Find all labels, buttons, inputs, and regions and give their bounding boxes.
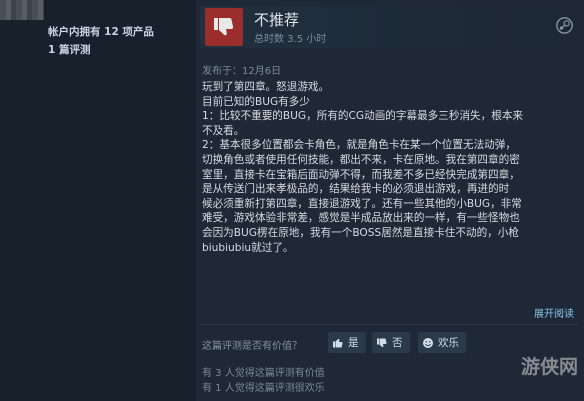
review-line: 切换角色或者使用任何技能，都出不来，卡在原地。我在第四章的密 xyxy=(202,153,520,166)
expand-review-link[interactable]: 展开阅读 xyxy=(534,305,574,320)
thumbs-down-icon xyxy=(376,337,388,349)
review-line: 是从传送门出来孝极品的，结果给我卡的必须退出游戏，再进的时 xyxy=(202,183,510,196)
vote-no-button[interactable]: 否 xyxy=(372,332,410,353)
review-line: 玩到了第四章。怒退游戏。 xyxy=(202,81,330,93)
review-body: 玩到了第四章。怒退游戏。 目前已知的BUG有多少 1：比较不重要的BUG，所有的… xyxy=(202,80,578,255)
review-count-link[interactable]: 1 篇评测 xyxy=(48,42,90,57)
review-line: 目前已知的BUG有多少 xyxy=(202,95,310,108)
review-line: 难受，游戏体验非常差，感觉是半成品放出来的一样，有一些怪物也 xyxy=(202,212,520,225)
review-line: 会因为BUG楞在原地，我有一个BOSS居然是直接卡住不动的，小枪 xyxy=(202,226,519,239)
helpful-count: 有 3 人觉得这篇评测有价值 xyxy=(202,368,325,379)
playtime-hours: 总时数 3.5 小时 xyxy=(254,34,327,45)
steam-icon xyxy=(556,17,573,34)
thumbs-down-icon xyxy=(205,8,243,46)
reviewer-avatar[interactable] xyxy=(0,0,44,20)
verdict-title: 不推荐 xyxy=(254,11,300,29)
site-watermark: 游侠网 xyxy=(520,356,578,378)
reviewer-sidebar: 帐户内拥有 12 项产品 1 篇评测 xyxy=(0,0,196,401)
review-panel: 不推荐 总时数 3.5 小时 发布于：12月6日 玩到了第四章。怒退游戏。 目前… xyxy=(196,0,584,401)
vote-no-label: 否 xyxy=(392,337,403,349)
vote-funny-button[interactable]: 欢乐 xyxy=(418,332,466,353)
review-line: 2：基本很多位置都会卡角色，就是角色卡在某一个位置无法动弹， xyxy=(202,139,516,152)
review-line: 不及看。 xyxy=(202,124,245,137)
divider xyxy=(200,324,578,325)
review-line: 候必须重新打第四章，直接退游戏了。还有一些其他的小BUG，非常 xyxy=(202,197,522,210)
vote-funny-label: 欢乐 xyxy=(438,337,459,349)
helpful-question: 这篇评测是否有价值？ xyxy=(202,341,302,352)
funny-count: 有 1 人觉得这篇评测很欢乐 xyxy=(202,383,325,394)
posted-date: 发布于：12月6日 xyxy=(202,66,282,77)
review-line: 室里，直接卡在宝箱后面动弹不得，而我差不多已经快完成第四章， xyxy=(202,168,520,181)
verdict-header: 不推荐 总时数 3.5 小时 xyxy=(200,6,579,48)
review-line: biubiubiu就过了。 xyxy=(202,241,294,254)
vote-yes-button[interactable]: 是 xyxy=(328,332,366,353)
vote-yes-label: 是 xyxy=(348,337,359,349)
owned-games-link[interactable]: 帐户内拥有 12 项产品 xyxy=(48,24,154,39)
review-line: 1：比较不重要的BUG，所有的CG动画的字幕最多三秒消失，根本来 xyxy=(202,110,524,123)
thumbs-up-icon xyxy=(332,337,344,349)
smiley-icon xyxy=(422,337,434,349)
